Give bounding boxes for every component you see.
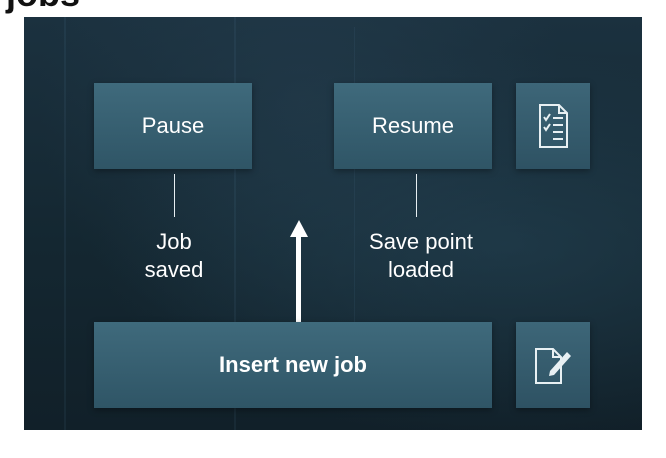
insert-arrow-head [290, 220, 308, 237]
insert-new-job-label: Insert new job [219, 352, 367, 377]
resume-box: Resume [334, 83, 492, 169]
checklist-icon [539, 104, 568, 148]
background-line [64, 17, 66, 430]
job-saved-line1: Job [156, 229, 192, 254]
resume-connector [416, 174, 417, 217]
document-edit-icon [535, 348, 571, 384]
page-title: jobs [6, 0, 80, 14]
pause-label: Pause [141, 113, 205, 138]
save-point-loaded-line2: loaded [387, 257, 455, 282]
job-saved-label: Job saved [114, 228, 234, 284]
title-strip: jobs [0, 0, 666, 17]
insert-arrow-shaft [296, 236, 301, 322]
pause-connector [174, 174, 175, 217]
save-point-loaded-line1: Save point [369, 229, 473, 254]
insert-new-job-box: Insert new job [94, 322, 492, 408]
checklist-icon-box [516, 83, 590, 169]
edit-icon-box [516, 322, 590, 408]
job-saved-line2: saved [144, 257, 204, 282]
save-point-loaded-label: Save point loaded [346, 228, 496, 284]
diagram-canvas: Pause Resume Job saved Save point loaded [24, 17, 642, 430]
resume-label: Resume [372, 113, 454, 138]
pause-box: Pause [94, 83, 252, 169]
